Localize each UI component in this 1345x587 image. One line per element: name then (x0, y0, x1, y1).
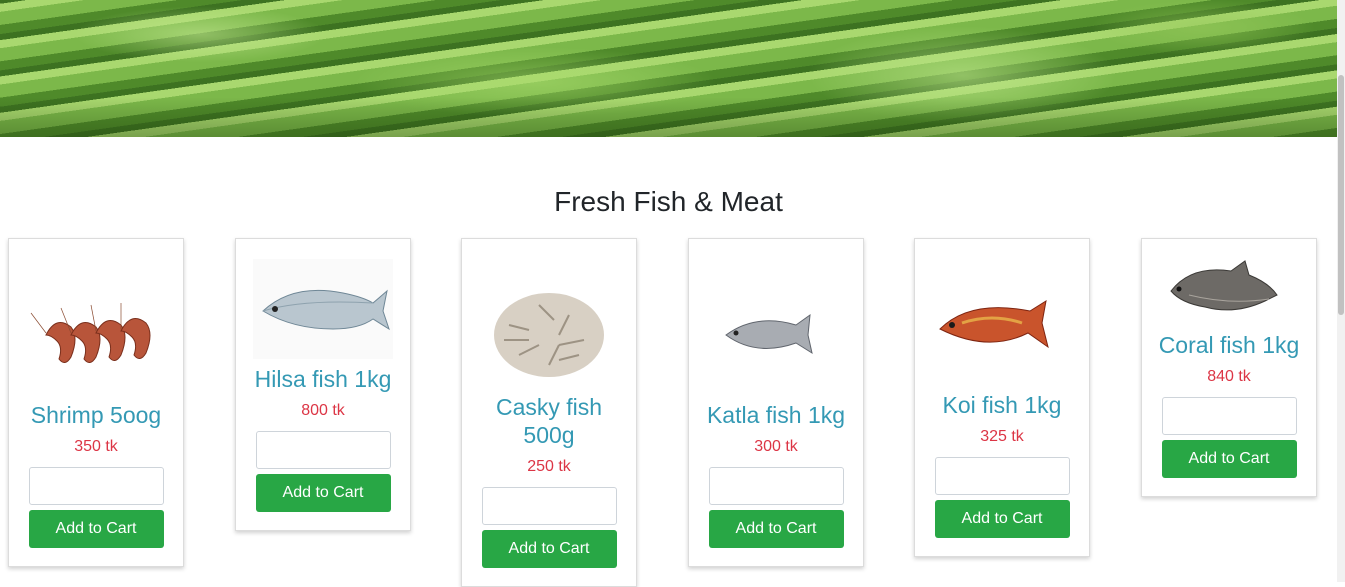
product-price: 325 tk (980, 428, 1024, 445)
quantity-input[interactable] (255, 431, 391, 469)
product-name: Coral fish 1kg (1158, 332, 1300, 358)
product-name: Koi fish 1kg (942, 392, 1062, 418)
product-card: Koi fish 1kg 325 tk Add to Cart (914, 238, 1090, 557)
quantity-input[interactable] (934, 457, 1070, 495)
product-card: Katla fish 1kg 300 tk Add to Cart (688, 238, 864, 567)
coral-fish-image (1170, 260, 1278, 311)
quantity-input[interactable] (1161, 397, 1297, 435)
add-to-cart-button[interactable]: Add to Cart (481, 530, 617, 568)
add-to-cart-button[interactable]: Add to Cart (255, 474, 391, 512)
product-card: Hilsa fish 1kg 800 tk Add to Cart (235, 238, 411, 531)
product-name: Hilsa fish 1kg (254, 366, 392, 392)
add-to-cart-button[interactable]: Add to Cart (934, 500, 1070, 538)
product-price: 800 tk (301, 402, 345, 419)
product-card: Casky fish 500g 250 tk Add to Cart (461, 238, 637, 587)
vegetable-banner-image (0, 0, 1337, 137)
hilsa-fish-image (253, 259, 393, 359)
quantity-input[interactable] (708, 467, 844, 505)
product-card: Coral fish 1kg 840 tk Add to Cart (1141, 238, 1317, 497)
product-price: 840 tk (1207, 368, 1251, 385)
quantity-input[interactable] (28, 467, 164, 505)
add-to-cart-button[interactable]: Add to Cart (708, 510, 844, 548)
add-to-cart-button[interactable]: Add to Cart (1161, 440, 1297, 478)
katla-fish-image (725, 313, 813, 355)
product-price: 350 tk (74, 438, 118, 455)
casky-fish-image (494, 293, 604, 377)
scrollbar-thumb[interactable] (1338, 75, 1344, 315)
section-title: Fresh Fish & Meat (554, 186, 783, 217)
product-name: Shrimp 5oog (30, 402, 162, 428)
product-card: Shrimp 5oog 350 tk Add to Cart (8, 238, 184, 567)
quantity-input[interactable] (481, 487, 617, 525)
shrimp-image (30, 303, 151, 363)
product-price: 300 tk (754, 438, 798, 455)
add-to-cart-button[interactable]: Add to Cart (28, 510, 164, 548)
product-price: 250 tk (527, 458, 571, 475)
vertical-scrollbar[interactable] (1337, 0, 1345, 582)
product-name: Katla fish 1kg (706, 402, 846, 428)
product-name: Casky fish 500g (495, 394, 603, 448)
koi-fish-image (939, 299, 1049, 349)
